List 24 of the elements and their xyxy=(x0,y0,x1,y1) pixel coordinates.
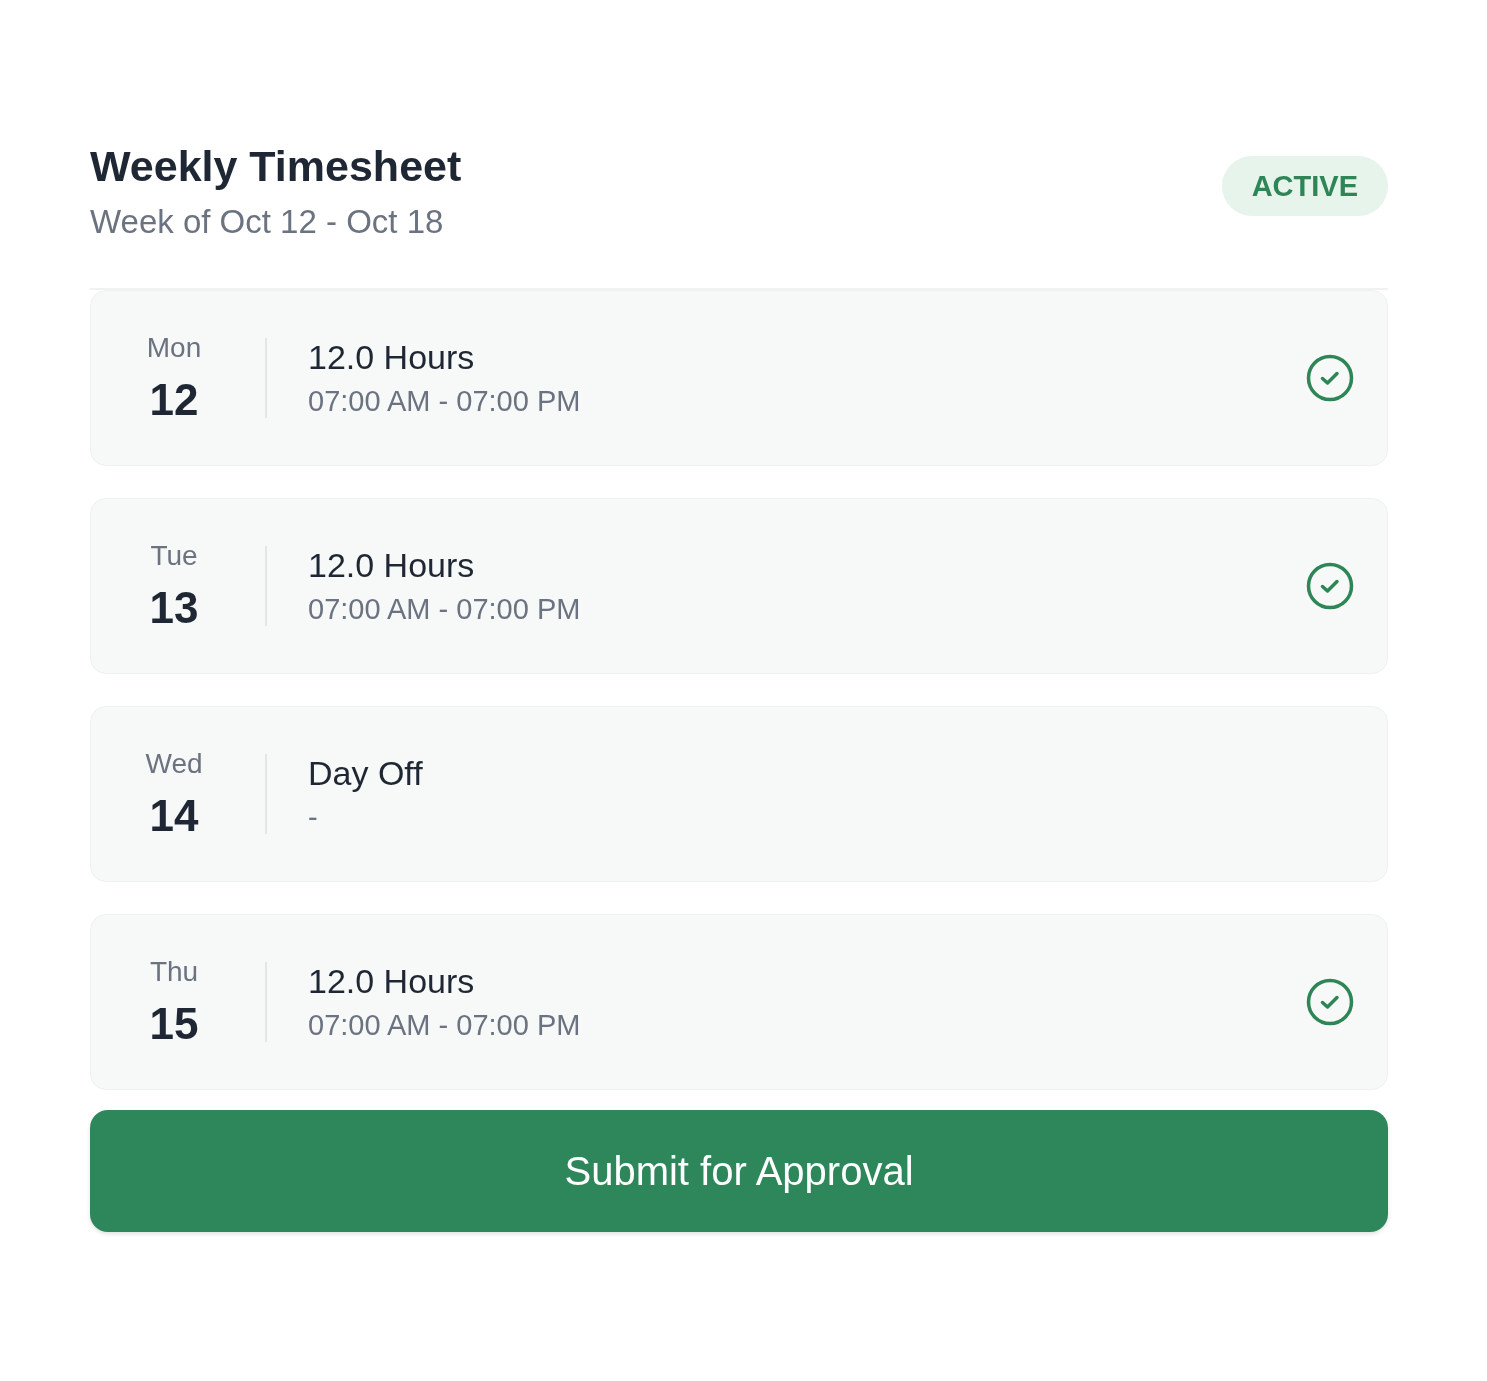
week-range: Week of Oct 12 - Oct 18 xyxy=(90,202,445,242)
day-card[interactable]: Wed 14 Day Off - xyxy=(90,706,1388,882)
hours-label: 12.0 Hours xyxy=(308,337,476,377)
day-card[interactable]: Thu 15 12.0 Hours 07:00 AM - 07:00 PM xyxy=(90,914,1388,1090)
date-number: 14 xyxy=(149,791,199,841)
weekday-label: Wed xyxy=(145,747,203,781)
time-range: 07:00 AM - 07:00 PM xyxy=(308,1008,582,1043)
time-range: - xyxy=(308,800,319,835)
weekday-label: Tue xyxy=(150,539,198,573)
weekday-label: Mon xyxy=(146,331,202,365)
status-badge: ACTIVE xyxy=(1221,156,1388,216)
hours-label: 12.0 Hours xyxy=(308,545,476,585)
page-title: Weekly Timesheet xyxy=(90,141,462,192)
time-range: 07:00 AM - 07:00 PM xyxy=(308,592,582,627)
day-card[interactable]: Tue 13 12.0 Hours 07:00 AM - 07:00 PM xyxy=(90,498,1388,674)
day-card[interactable]: Mon 12 12.0 Hours 07:00 AM - 07:00 PM xyxy=(90,290,1388,466)
date-number: 12 xyxy=(149,375,199,425)
date-number: 15 xyxy=(149,999,199,1049)
weekday-label: Thu xyxy=(149,955,199,989)
time-range: 07:00 AM - 07:00 PM xyxy=(308,384,582,419)
date-number: 13 xyxy=(149,583,199,633)
submit-button[interactable]: Submit for Approval xyxy=(90,1110,1388,1232)
hours-label: 12.0 Hours xyxy=(308,961,476,1001)
hours-label: Day Off xyxy=(308,753,424,793)
